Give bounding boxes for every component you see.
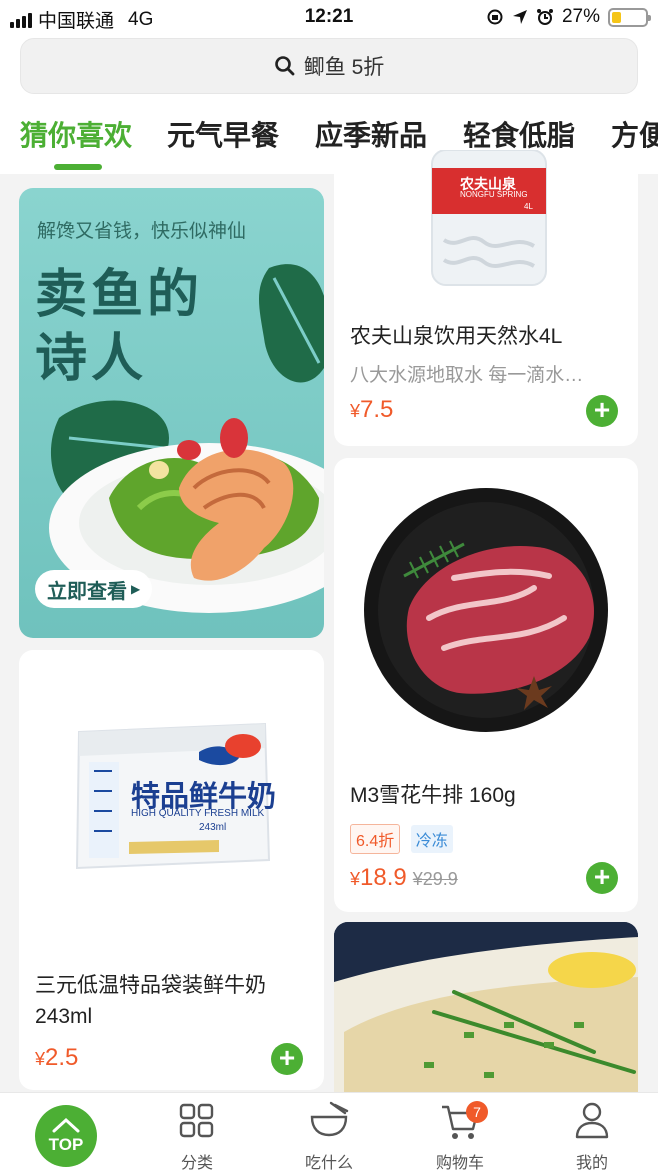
beef-product-image: [364, 488, 608, 732]
product-price-water: ¥7.5: [350, 396, 393, 424]
tab-light-meals[interactable]: 轻食低脂: [463, 114, 575, 154]
location-icon: [512, 10, 527, 24]
discount-tag: 6.4折: [350, 824, 401, 854]
currency-symbol: ¥: [350, 401, 361, 421]
product-name-water: 农夫山泉饮用天然水4L: [350, 325, 563, 348]
tab-breakfast[interactable]: 元气早餐: [167, 114, 279, 154]
nav-mine-label: 我的: [575, 1155, 608, 1170]
product-card-beef[interactable]: M3雪花牛排 160g 6.4折 冷冻 ¥18.9 ¥29.9 +: [334, 458, 638, 912]
user-icon: [575, 1102, 609, 1139]
banner-view-label: 立即查看: [47, 580, 127, 603]
play-arrow-icon: ▶: [131, 582, 141, 596]
chevron-up-icon: [52, 1117, 80, 1133]
water-product-image: [431, 150, 547, 286]
add-to-cart-button-beef[interactable]: +: [586, 862, 618, 894]
banner-tagline: 解馋又省钱，快乐似神仙: [37, 221, 247, 242]
tab-convenience[interactable]: 方便: [611, 114, 658, 154]
tab-seasonal[interactable]: 应季新品: [315, 114, 427, 154]
milk-pkg-en: HIGH QUALITY FRESH MILK: [131, 808, 265, 819]
product-tags-beef: 6.4折 冷冻: [350, 824, 459, 854]
milk-pkg-size: 243ml: [199, 822, 227, 833]
top-label: TOP: [48, 1135, 84, 1154]
alarm-icon: [536, 9, 553, 25]
nav-eat-label: 吃什么: [304, 1155, 353, 1170]
water-pkg-en: NONGFU SPRING: [460, 190, 528, 199]
product-name-beef: M3雪花牛排 160g: [350, 784, 516, 807]
water-pkg-size: 4L: [524, 202, 533, 211]
product-price-beef: ¥18.9 ¥29.9: [350, 864, 458, 892]
battery-label: 27%: [561, 6, 600, 27]
frozen-tag: 冷冻: [410, 825, 453, 853]
battery-icon: [608, 7, 651, 27]
orientation-lock-icon: [487, 9, 503, 25]
search-icon: [274, 56, 295, 76]
back-to-top-button[interactable]: TOP: [35, 1105, 97, 1167]
nav-category-label: 分类: [180, 1155, 213, 1170]
product-card-milk[interactable]: 特品鲜牛奶 HIGH QUALITY FRESH MILK 243ml 三元低温…: [19, 650, 324, 1090]
product-price-milk: ¥2.5: [35, 1044, 78, 1072]
banner-title-line2: 诗人: [35, 330, 148, 388]
active-tab-indicator: [54, 164, 102, 170]
currency-symbol: ¥: [35, 1049, 46, 1069]
add-to-cart-button-milk[interactable]: +: [271, 1043, 303, 1075]
product-card-water[interactable]: 农夫山泉 NONGFU SPRING 4L 农夫山泉饮用天然水4L 八大水源地取…: [334, 150, 638, 446]
search-bar[interactable]: 鲫鱼 5折: [20, 38, 638, 94]
price-value: 18.9: [360, 864, 407, 891]
cart-count-badge: 7: [466, 1101, 488, 1123]
product-card-fish[interactable]: [334, 922, 638, 1094]
currency-symbol: ¥: [350, 869, 361, 889]
banner-view-button[interactable]: 立即查看 ▶: [35, 570, 153, 608]
status-bar: 中国联通 4G 12:21 27%: [0, 0, 658, 34]
search-text: 鲫鱼 5折: [303, 56, 385, 79]
status-right: 27%: [486, 6, 651, 28]
grid-icon: [179, 1103, 214, 1138]
original-price: ¥29.9: [412, 869, 458, 889]
tab-guess-you-like[interactable]: 猜你喜欢: [20, 114, 132, 154]
promo-banner[interactable]: 解馋又省钱，快乐似神仙 卖鱼的 诗人 立即查看 ▶: [19, 188, 324, 638]
price-value: 7.5: [360, 396, 394, 423]
nav-cart-label: 购物车: [435, 1155, 484, 1170]
fish-product-image: [334, 922, 638, 1094]
product-desc-water: 八大水源地取水 每一滴水都来自大自然: [350, 365, 586, 386]
bowl-icon: [310, 1101, 349, 1137]
price-value: 2.5: [45, 1044, 79, 1071]
product-name-milk: 三元低温特品袋装鲜牛奶243ml: [35, 974, 266, 1028]
add-to-cart-button-water[interactable]: +: [586, 395, 618, 427]
bottom-nav: TOP 分类 吃什么 7 购物车 我的: [0, 1092, 658, 1170]
